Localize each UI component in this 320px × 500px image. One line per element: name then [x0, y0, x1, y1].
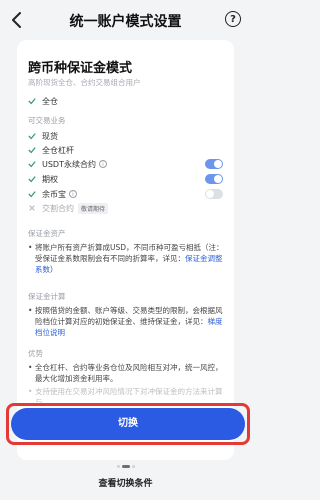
tradable-item-savings: 余币宝 i — [28, 188, 77, 200]
tradable-label: USDT永续合约 — [42, 159, 96, 169]
check-icon — [28, 161, 36, 168]
check-icon — [28, 147, 36, 154]
tradable-label: 余币宝 — [42, 189, 66, 199]
check-icon — [28, 176, 36, 183]
feature-item: 全仓 — [28, 95, 58, 107]
options-toggle[interactable] — [205, 174, 223, 184]
tradable-label: 期权 — [42, 174, 58, 184]
usdt-perp-toggle[interactable] — [205, 159, 223, 169]
tradable-section-label: 可交易业务 — [28, 116, 66, 125]
info-icon[interactable]: i — [69, 190, 77, 198]
calc-description: • 按照借贷的金额、账户等级、交易类型的限制，会根据风险档位计算对应的初始保证金… — [28, 306, 223, 337]
coming-soon-badge: 敬请期待 — [78, 202, 109, 214]
mode-card: 跨币种保证金模式 高阶现货全仓、合约交易组合用户 全仓 可交易业务 现货 全仓杠… — [17, 40, 234, 460]
assets-description: • 将账户所有资产折算成USD，不同币种可盈亏相抵（注：受保证金系数限制会有不同… — [28, 243, 224, 274]
tradable-item-usdt-perp: USDT永续合约 i — [28, 158, 107, 170]
info-icon[interactable]: i — [98, 160, 107, 168]
check-icon — [28, 191, 36, 198]
mode-title: 跨币种保证金模式 — [28, 61, 133, 76]
tradable-item-margin: 全仓杠杆 — [28, 144, 74, 156]
help-icon[interactable]: ? — [225, 11, 241, 27]
view-switch-conditions-link[interactable]: 查看切换条件 — [0, 476, 251, 489]
tradable-label: 交割合约 — [42, 203, 74, 213]
page-dot-active — [121, 465, 130, 468]
switch-button-highlight: 切换 — [6, 403, 250, 445]
page-title: 统一账户模式设置 — [69, 14, 182, 30]
page-indicator — [0, 465, 251, 469]
tradable-item-options: 期权 — [28, 173, 58, 185]
feature-label: 全仓 — [42, 96, 58, 106]
tradable-label: 全仓杠杆 — [42, 145, 74, 155]
check-icon — [28, 98, 36, 105]
advantage-section-label: 优势 — [28, 349, 43, 358]
check-icon — [28, 133, 36, 140]
switch-button[interactable]: 切换 — [11, 408, 245, 440]
top-bar: 统一账户模式设置 ? — [0, 0, 251, 40]
calc-section-label: 保证金计算 — [28, 292, 66, 301]
mode-subtitle: 高阶现货全仓、合约交易组合用户 — [28, 78, 141, 87]
tradable-label: 现货 — [42, 131, 58, 141]
tradable-item-delivery: 交割合约 敬请期待 — [28, 202, 109, 214]
page-dot — [131, 465, 135, 468]
tradable-item-spot: 现货 — [28, 130, 58, 142]
assets-section-label: 保证金资产 — [28, 229, 66, 238]
cross-icon — [29, 205, 35, 211]
page-dot — [116, 465, 120, 468]
savings-toggle[interactable] — [205, 189, 223, 199]
advantage-description: • 全仓杠杆、合约等业务仓位及风险相互对冲，统一风控，最大化增加资金利用率。 — [28, 363, 223, 383]
